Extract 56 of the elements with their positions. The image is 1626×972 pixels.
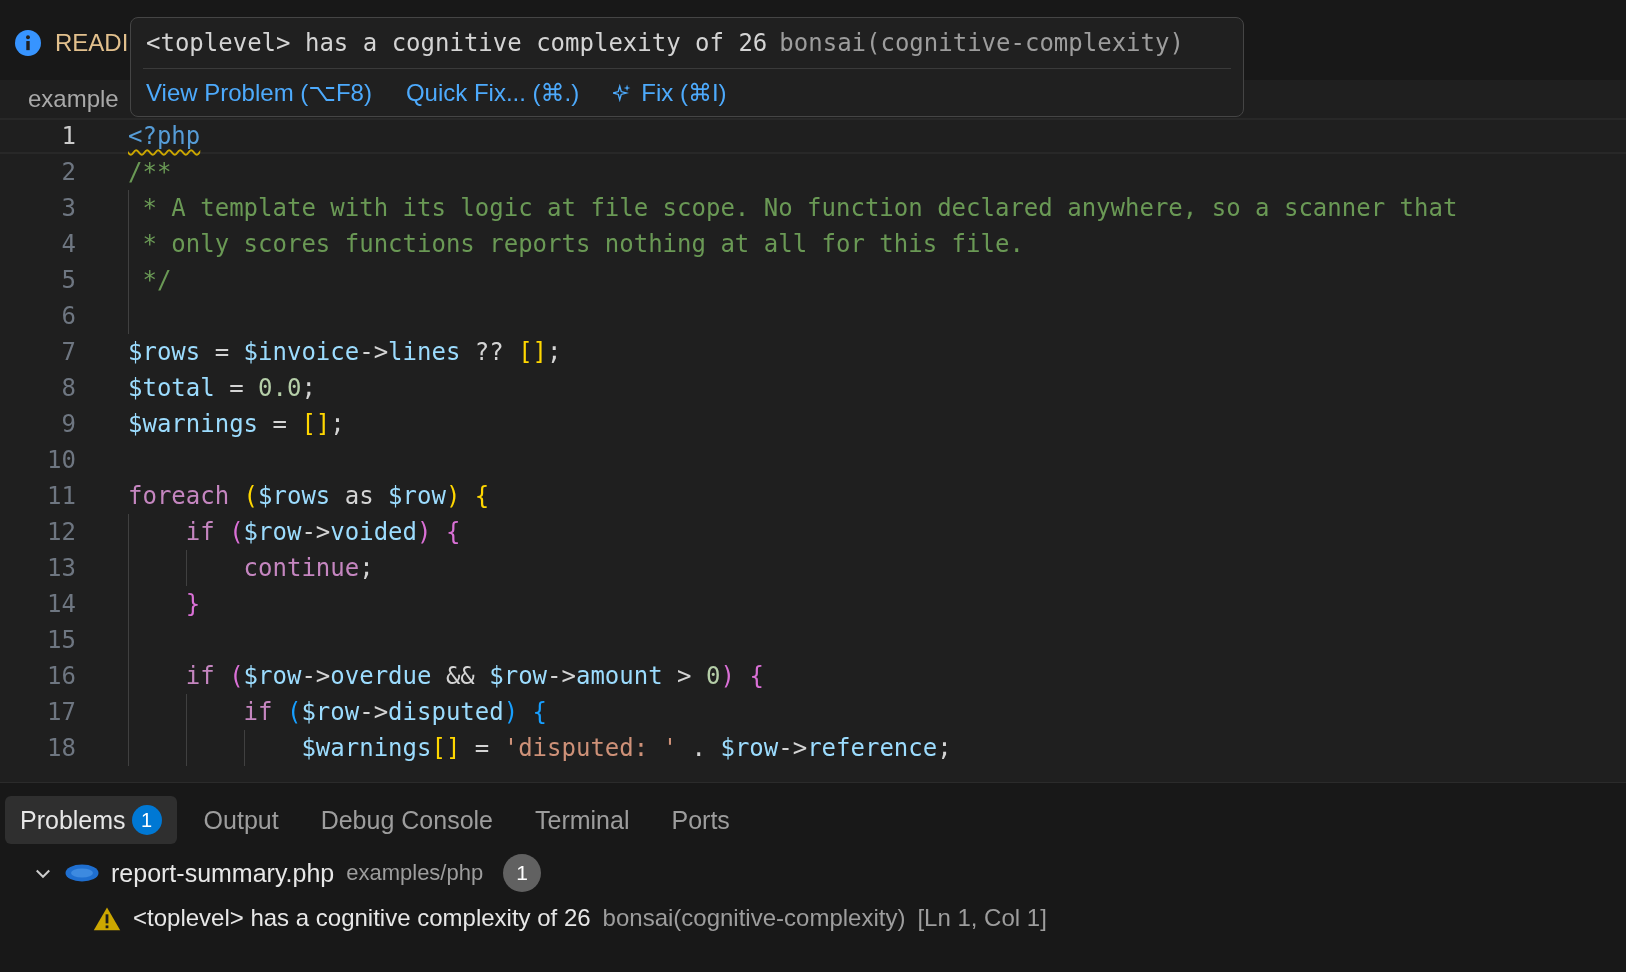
code-line: * A template with its logic at file scope. No function declared anywhere, so a scanner that: [141, 194, 1458, 222]
problem-count-badge: 1: [503, 854, 542, 892]
problem-source: bonsai(cognitive-complexity): [602, 904, 906, 932]
line-number: 13: [46, 554, 76, 582]
line-number: 11: [46, 482, 76, 510]
problem-message: <toplevel> has a cognitive complexity of 26: [146, 29, 768, 57]
line-number: 2: [60, 158, 76, 186]
line-number: 9: [60, 410, 76, 438]
line-number: 10: [46, 446, 76, 474]
code-line: $warnings = [];: [128, 410, 345, 438]
info-icon: [15, 30, 41, 56]
code-line: if ($row->disputed) {: [242, 698, 548, 726]
count-badge: 1: [131, 805, 162, 835]
line-number: 5: [60, 266, 76, 294]
file-name[interactable]: report-summary.php: [111, 858, 335, 888]
line-number: 1: [60, 122, 76, 150]
line-number: 7: [60, 338, 76, 366]
php-file-icon: [65, 864, 99, 882]
line-number: 3: [60, 194, 76, 222]
sparkle-icon: [613, 84, 632, 102]
code-line: if ($row->overdue && $row->amount > 0) {: [184, 662, 764, 690]
problem-source: bonsai(cognitive-complexity): [779, 29, 1184, 57]
code-line: continue;: [242, 554, 374, 582]
code-line: */: [141, 266, 172, 294]
line-number: 6: [60, 302, 76, 330]
panel-tab[interactable]: Ports: [656, 796, 745, 844]
line-number: 8: [60, 374, 76, 402]
action-link[interactable]: Fix (⌘I): [613, 79, 727, 107]
line-number: 12: [46, 518, 76, 546]
line-number: 15: [46, 626, 76, 654]
code-line: }: [184, 590, 201, 618]
breadcrumb[interactable]: example: [28, 85, 119, 113]
action-link[interactable]: Quick Fix... (⌘.): [405, 79, 580, 107]
file-path: examples/php: [346, 860, 484, 886]
line-number: 14: [46, 590, 76, 618]
code-line: if ($row->voided) {: [184, 518, 461, 546]
code-line: * only scores functions reports nothing at all for this file.: [141, 230, 1024, 258]
code-line: foreach ($rows as $row) {: [128, 482, 490, 510]
line-number: 16: [46, 662, 76, 690]
problem-location: [Ln 1, Col 1]: [917, 904, 1047, 932]
panel-tab[interactable]: Terminal: [520, 796, 645, 844]
line-number: 17: [46, 698, 76, 726]
editor-tab-label[interactable]: READI: [55, 29, 129, 57]
code-line: $total = 0.0;: [128, 374, 316, 402]
code-line: <?php: [128, 122, 201, 150]
line-number: 4: [60, 230, 76, 258]
panel-tab[interactable]: Problems 1: [5, 796, 177, 844]
code-line: $rows = $invoice->lines ?? [];: [128, 338, 562, 366]
code-line: $warnings[] = 'disputed: ' . $row->reference;: [300, 734, 952, 762]
problem-message[interactable]: <toplevel> has a cognitive complexity of 26: [133, 904, 591, 932]
action-link[interactable]: View Problem (⌥F8): [146, 79, 372, 107]
line-number: 18: [46, 734, 76, 762]
code-line: /**: [128, 158, 172, 186]
panel-tab[interactable]: Debug Console: [305, 796, 508, 844]
warning-icon: [93, 905, 121, 931]
panel-tab[interactable]: Output: [188, 796, 294, 844]
